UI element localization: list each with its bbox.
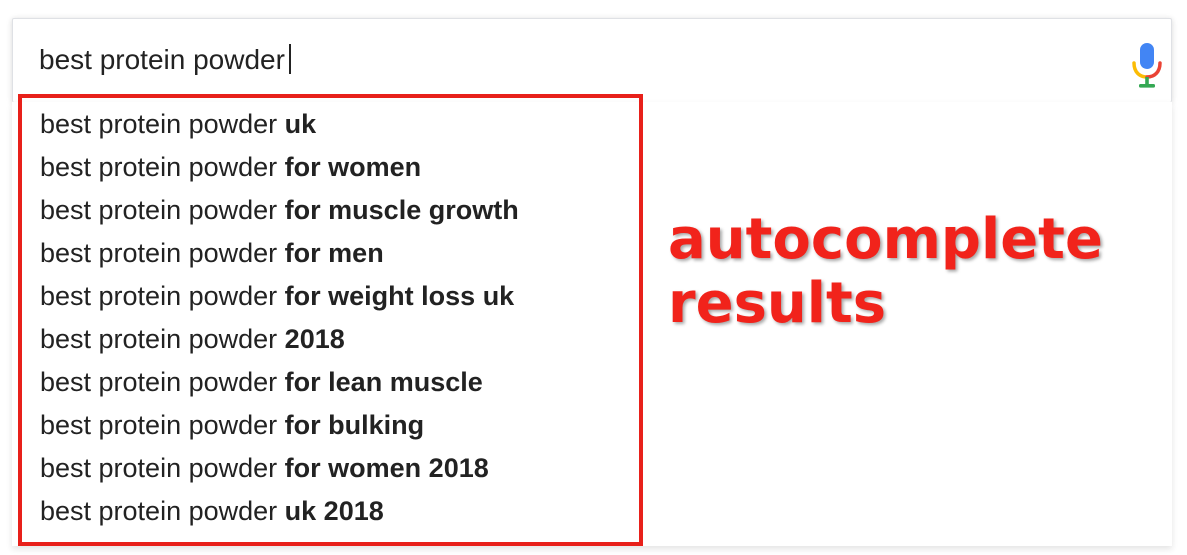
suggestion-prefix: best protein powder <box>40 410 278 440</box>
autocomplete-suggestion[interactable]: best protein powder for men <box>40 232 519 275</box>
suggestion-completion: 2018 <box>284 324 345 354</box>
suggestion-completion: uk <box>284 109 317 139</box>
autocomplete-suggestion[interactable]: best protein powder uk <box>40 103 519 146</box>
autocomplete-suggestion[interactable]: best protein powder for lean muscle <box>40 361 519 404</box>
suggestion-completion: for weight loss uk <box>284 281 515 311</box>
search-query-text: best protein powder <box>39 44 285 75</box>
autocomplete-suggestion[interactable]: best protein powder for muscle growth <box>40 189 519 232</box>
autocomplete-suggestion[interactable]: best protein powder for women <box>40 146 519 189</box>
autocomplete-suggestion[interactable]: best protein powder uk 2018 <box>40 490 519 533</box>
autocomplete-suggestion-list: best protein powder uk best protein powd… <box>40 103 519 533</box>
annotation-line-1: autocomplete <box>668 207 1103 272</box>
search-input[interactable]: best protein powder <box>39 43 291 77</box>
suggestion-completion: for men <box>284 238 384 268</box>
suggestion-prefix: best protein powder <box>40 367 278 397</box>
suggestion-prefix: best protein powder <box>40 238 278 268</box>
suggestion-prefix: best protein powder <box>40 324 278 354</box>
text-caret <box>288 44 291 74</box>
autocomplete-suggestion[interactable]: best protein powder for women 2018 <box>40 447 519 490</box>
suggestion-prefix: best protein powder <box>40 453 278 483</box>
annotation-label: autocomplete results <box>668 208 1103 336</box>
suggestion-completion: for lean muscle <box>284 367 483 397</box>
suggestion-completion: for bulking <box>284 410 425 440</box>
suggestion-prefix: best protein powder <box>40 496 278 526</box>
autocomplete-suggestion[interactable]: best protein powder for bulking <box>40 404 519 447</box>
suggestion-prefix: best protein powder <box>40 109 278 139</box>
suggestion-completion: for women 2018 <box>284 453 489 483</box>
suggestion-prefix: best protein powder <box>40 152 278 182</box>
suggestion-completion: for women <box>284 152 422 182</box>
microphone-icon[interactable] <box>1129 41 1165 91</box>
suggestion-completion: for muscle growth <box>284 195 519 225</box>
suggestion-prefix: best protein powder <box>40 281 278 311</box>
annotation-line-2: results <box>668 271 887 336</box>
search-box[interactable]: best protein powder <box>12 18 1172 102</box>
suggestion-completion: uk 2018 <box>284 496 384 526</box>
autocomplete-suggestion[interactable]: best protein powder 2018 <box>40 318 519 361</box>
suggestion-prefix: best protein powder <box>40 195 278 225</box>
autocomplete-suggestion[interactable]: best protein powder for weight loss uk <box>40 275 519 318</box>
